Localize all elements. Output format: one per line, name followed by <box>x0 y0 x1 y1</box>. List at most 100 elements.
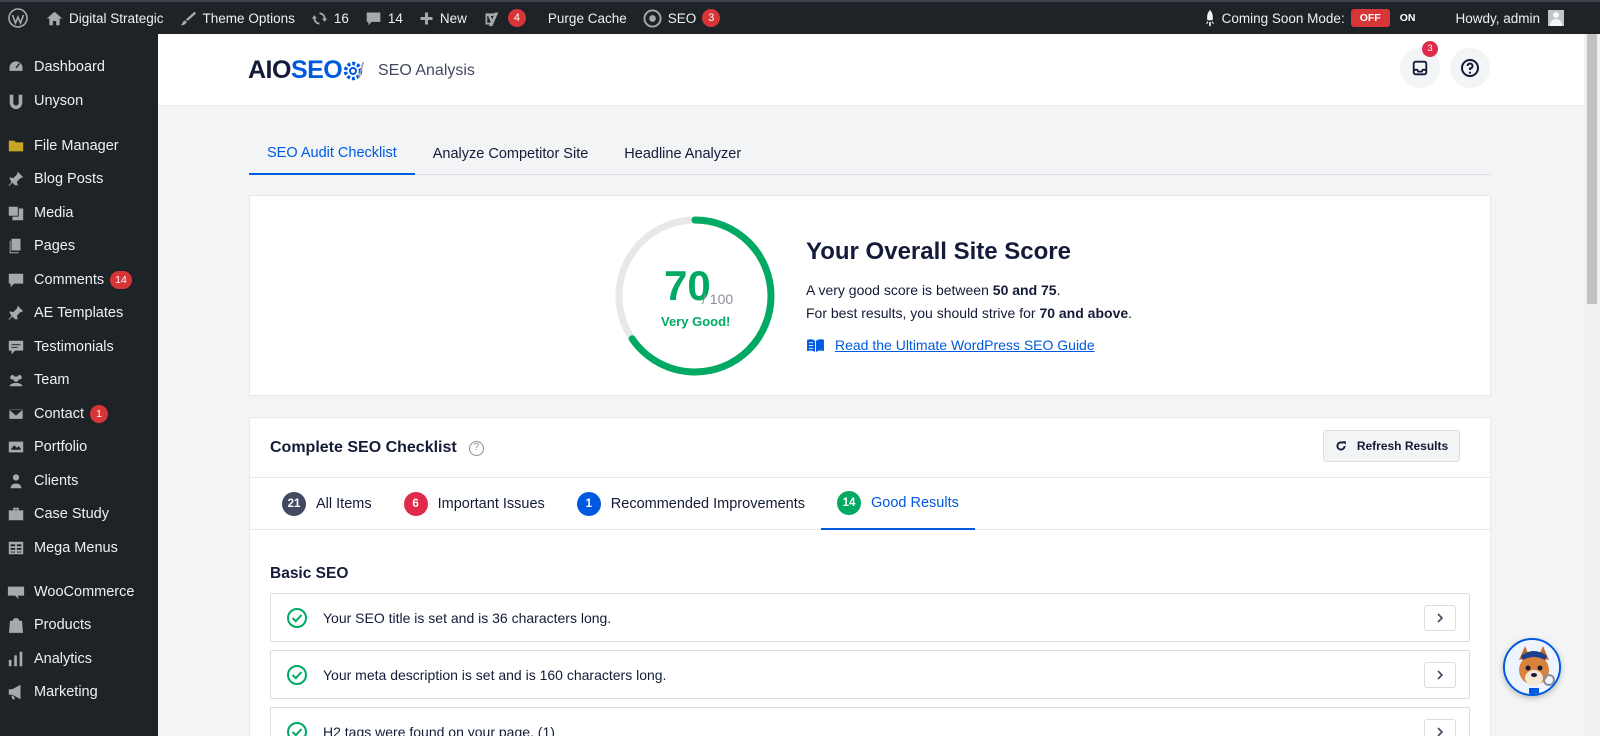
sidebar-item-file-manager[interactable]: File Manager <box>0 130 158 162</box>
sidebar-item-case-study[interactable]: Case Study <box>0 498 158 530</box>
sidebar-item-label: Products <box>34 617 92 633</box>
result-row[interactable]: H2 tags were found on your page. (1) <box>270 707 1470 736</box>
comment-icon <box>366 12 381 25</box>
seo-guide-link[interactable]: Read the Ultimate WordPress SEO Guide <box>835 337 1095 353</box>
sidebar-item-products[interactable]: Products <box>0 609 158 641</box>
sidebar-item-comments[interactable]: Comments 14 <box>0 264 158 296</box>
seo-label: SEO <box>667 10 697 26</box>
tab-headline-analyzer[interactable]: Headline Analyzer <box>606 133 759 175</box>
sidebar-item-badge: 1 <box>89 405 108 423</box>
result-text: Your SEO title is set and is 36 characte… <box>323 609 612 626</box>
sidebar-item-pages[interactable]: Pages <box>0 230 158 262</box>
off-pill: OFF <box>1350 9 1390 27</box>
sidebar-item-label: Contact <box>34 406 84 422</box>
checklist-title-text: Complete SEO Checklist <box>270 439 457 456</box>
gear-icon <box>643 8 662 28</box>
new-content-link[interactable]: New <box>411 2 475 34</box>
filter-good-results[interactable]: 14 Good Results <box>821 478 975 530</box>
sidebar-item-team[interactable]: Team <box>0 364 158 396</box>
sidebar-item-contact[interactable]: Contact 1 <box>0 398 158 430</box>
refresh-results-button[interactable]: Refresh Results <box>1323 430 1460 462</box>
updates-link[interactable]: 16 <box>303 2 357 34</box>
refresh-icon <box>311 12 327 24</box>
sidebar-item-label: Comments <box>34 272 105 288</box>
chevron-right-icon[interactable] <box>1424 662 1456 688</box>
tab-seo-audit-checklist[interactable]: SEO Audit Checklist <box>249 133 415 175</box>
comments-count: 14 <box>387 10 403 26</box>
plus-icon <box>420 12 433 24</box>
sidebar-item-unyson[interactable]: Unyson <box>0 85 158 117</box>
filter-all-items[interactable]: 21 All Items <box>266 478 388 530</box>
megaphone-icon <box>6 682 26 702</box>
line1-text: A very good score is between <box>806 282 993 298</box>
chevron-right-icon[interactable] <box>1424 719 1456 736</box>
sidebar-item-media[interactable]: Media <box>0 197 158 229</box>
sidebar-item-mega-menus[interactable]: Mega Menus <box>0 532 158 564</box>
check-circle-icon <box>286 721 308 736</box>
assistant-mascot-button[interactable] <box>1503 638 1561 696</box>
filter-recommended-improvements[interactable]: 1 Recommended Improvements <box>561 478 821 530</box>
sidebar-item-label: Blog Posts <box>34 171 104 187</box>
coming-soon-toggle[interactable]: Coming Soon Mode: OFF ON <box>1195 2 1434 34</box>
sidebar-item-clients[interactable]: Clients <box>0 465 158 497</box>
purge-cache-link[interactable]: Purge Cache <box>534 2 635 34</box>
checklist-title: Complete SEO Checklist ? <box>270 439 484 457</box>
comment-icon <box>6 270 26 290</box>
sidebar-item-badge: 14 <box>110 271 132 289</box>
analysis-tabs: SEO Audit Checklist Analyze Competitor S… <box>249 133 1490 175</box>
notifications-badge: 3 <box>1422 41 1438 57</box>
sidebar-item-portfolio[interactable]: Portfolio <box>0 431 158 463</box>
theme-options-link[interactable]: Theme Options <box>172 2 303 34</box>
book-icon <box>807 338 824 352</box>
aioseo-logo[interactable]: AIO SEO <box>248 56 363 85</box>
sidebar-item-woocommerce[interactable]: WooCommerce <box>0 576 158 608</box>
sidebar-item-label: File Manager <box>34 138 119 154</box>
products-icon <box>6 615 26 635</box>
my-account-link[interactable]: Howdy, admin <box>1433 2 1572 34</box>
site-name-link[interactable]: Digital Strategic <box>38 2 172 34</box>
sidebar-item-marketing[interactable]: Marketing <box>0 676 158 708</box>
sidebar-item-dashboard[interactable]: Dashboard <box>0 51 158 83</box>
sidebar-item-analytics[interactable]: Analytics <box>0 643 158 675</box>
coming-soon-label: Coming Soon Mode: <box>1221 10 1345 26</box>
sidebar-item-testimonials[interactable]: Testimonials <box>0 331 158 363</box>
sidebar-item-label: Unyson <box>34 93 84 109</box>
scrollbar-thumb[interactable] <box>1587 34 1597 304</box>
page-scrollbar[interactable] <box>1584 34 1600 736</box>
recommended-count: 1 <box>576 492 601 516</box>
portfolio-icon <box>6 437 26 457</box>
pages-icon <box>6 236 26 256</box>
sidebar-item-ae-templates[interactable]: AE Templates <box>0 297 158 329</box>
folder-icon <box>6 136 26 156</box>
logo-aio-text: AIO <box>248 56 291 84</box>
seo-menu-link[interactable]: SEO 3 <box>635 2 729 34</box>
line2-text: For best results, you should strive for <box>806 305 1040 321</box>
filter-important-issues[interactable]: 6 Important Issues <box>388 478 561 530</box>
help-circle-icon[interactable]: ? <box>468 440 484 456</box>
result-row[interactable]: Your SEO title is set and is 36 characte… <box>270 593 1470 642</box>
media-icon <box>6 203 26 223</box>
dashboard-icon <box>6 57 26 77</box>
wordpress-logo-button[interactable] <box>0 2 38 34</box>
yoast-link[interactable]: 4 <box>475 2 534 34</box>
clients-icon <box>6 471 26 491</box>
sidebar-item-blog-posts[interactable]: Blog Posts <box>0 163 158 195</box>
result-row[interactable]: Your meta description is set and is 160 … <box>270 650 1470 699</box>
admin-sidebar: Dashboard Unyson File Manager Blog Posts Med… <box>0 34 158 736</box>
sidebar-item-label: Testimonials <box>34 339 114 355</box>
help-button[interactable] <box>1450 48 1490 88</box>
tab-analyze-competitor-site[interactable]: Analyze Competitor Site <box>415 133 607 175</box>
sidebar-item-label: Portfolio <box>34 439 88 455</box>
breadcrumb: SEO Analysis <box>378 62 475 79</box>
line2-bold: 70 and above <box>1039 305 1129 321</box>
yoast-icon <box>485 12 499 26</box>
notifications-button[interactable]: 3 <box>1400 41 1440 88</box>
score-description-line2: For best results, you should strive for … <box>806 305 1132 321</box>
seo-checklist-card: Complete SEO Checklist ? Refresh Results… <box>249 417 1491 736</box>
all-items-count: 21 <box>282 492 306 516</box>
help-icon <box>1461 59 1479 77</box>
chevron-right-icon[interactable] <box>1424 605 1456 631</box>
comments-link[interactable]: 14 <box>357 2 411 34</box>
aioseo-header: AIO SEO / SEO Analysis 3 <box>158 34 1584 106</box>
sidebar-item-label: Clients <box>34 473 79 489</box>
